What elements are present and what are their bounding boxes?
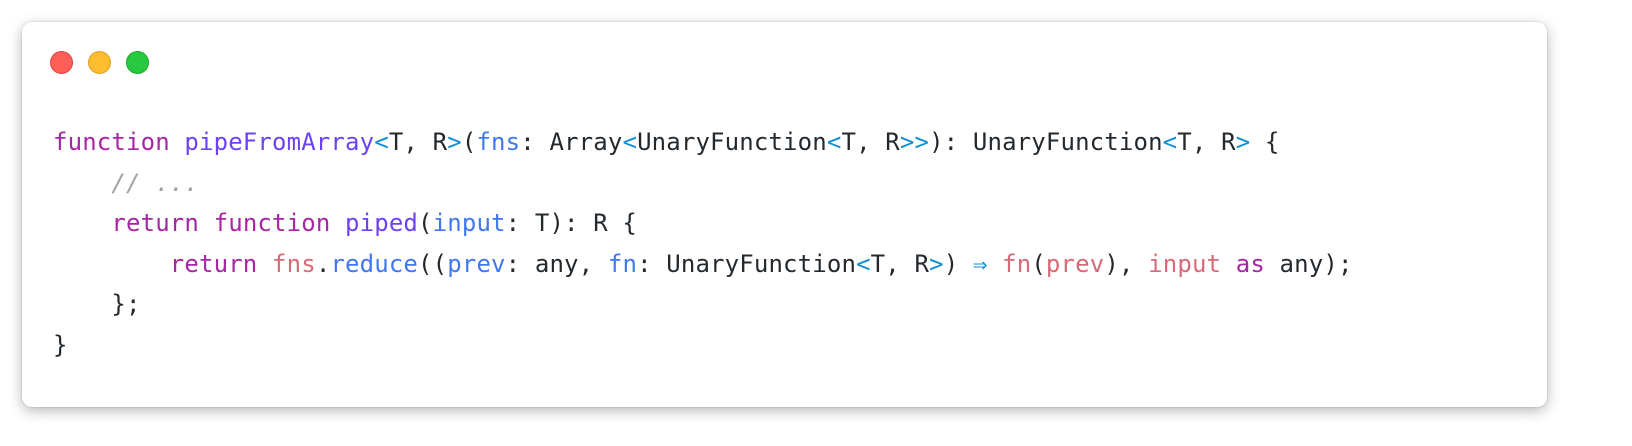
code-token: T, R bbox=[388, 128, 448, 156]
code-token: } bbox=[53, 330, 68, 359]
window-controls bbox=[50, 51, 149, 74]
code-token: ⇒ bbox=[972, 249, 988, 278]
maximize-button[interactable] bbox=[126, 51, 149, 74]
code-token: : UnaryFunction bbox=[637, 249, 857, 278]
code-token: return bbox=[111, 209, 200, 237]
close-button[interactable] bbox=[50, 51, 73, 74]
code-line: } bbox=[53, 325, 1353, 366]
code-token: ) bbox=[943, 249, 973, 278]
code-block: function pipeFromArray<T, R>(fns: Array<… bbox=[53, 122, 1353, 365]
code-token: pipeFromArray bbox=[184, 128, 375, 156]
code-token: // ... bbox=[111, 168, 200, 197]
code-line: return fns.reduce((prev: any, fn: UnaryF… bbox=[53, 244, 1353, 285]
code-token: < bbox=[622, 128, 638, 156]
code-token: function bbox=[53, 128, 170, 156]
code-token: function bbox=[213, 209, 331, 237]
code-token: fns bbox=[476, 128, 521, 156]
code-token: > bbox=[1235, 128, 1251, 156]
code-token: ( bbox=[1031, 249, 1046, 278]
code-token: . bbox=[315, 249, 331, 278]
code-token: prev bbox=[447, 249, 506, 278]
code-line: // ... bbox=[53, 163, 1353, 204]
code-token: : Array bbox=[520, 128, 623, 156]
code-token: ): UnaryFunction bbox=[929, 128, 1163, 156]
code-token: piped bbox=[345, 209, 419, 237]
code-token: UnaryFunction bbox=[637, 128, 827, 156]
code-token: fn bbox=[607, 249, 638, 278]
code-token: fns bbox=[272, 249, 316, 278]
code-token: input bbox=[1148, 249, 1222, 278]
code-token: T, R bbox=[1177, 128, 1236, 156]
code-token: ( bbox=[418, 209, 433, 237]
code-token: (( bbox=[418, 249, 448, 278]
code-line: function pipeFromArray<T, R>(fns: Array<… bbox=[53, 122, 1353, 163]
code-token: : T): R { bbox=[505, 209, 638, 237]
code-token: ( bbox=[461, 128, 477, 156]
code-token: < bbox=[826, 128, 842, 156]
code-line: }; bbox=[53, 284, 1353, 325]
code-token: T, R bbox=[870, 249, 930, 278]
code-token: fn bbox=[1002, 249, 1032, 278]
code-token: < bbox=[1162, 128, 1178, 156]
code-token: > bbox=[447, 128, 462, 156]
code-token: < bbox=[374, 128, 389, 156]
minimize-button[interactable] bbox=[88, 51, 111, 74]
code-token: }; bbox=[53, 290, 141, 318]
code-token: input bbox=[432, 209, 506, 237]
code-token: > bbox=[929, 249, 944, 278]
code-token: prev bbox=[1045, 249, 1105, 278]
code-token: { bbox=[1250, 128, 1280, 156]
code-line: return function piped(input: T): R { bbox=[53, 203, 1353, 244]
code-token: >> bbox=[899, 128, 930, 156]
code-token: ), bbox=[1104, 249, 1149, 278]
code-token: reduce bbox=[330, 249, 419, 278]
code-token: < bbox=[856, 249, 871, 278]
code-token: return bbox=[169, 249, 258, 278]
code-token: : any, bbox=[505, 249, 608, 278]
code-token: as bbox=[1235, 249, 1265, 278]
code-window: function pipeFromArray<T, R>(fns: Array<… bbox=[22, 22, 1547, 407]
code-token: T, R bbox=[841, 128, 900, 156]
code-token: any); bbox=[1264, 249, 1353, 278]
